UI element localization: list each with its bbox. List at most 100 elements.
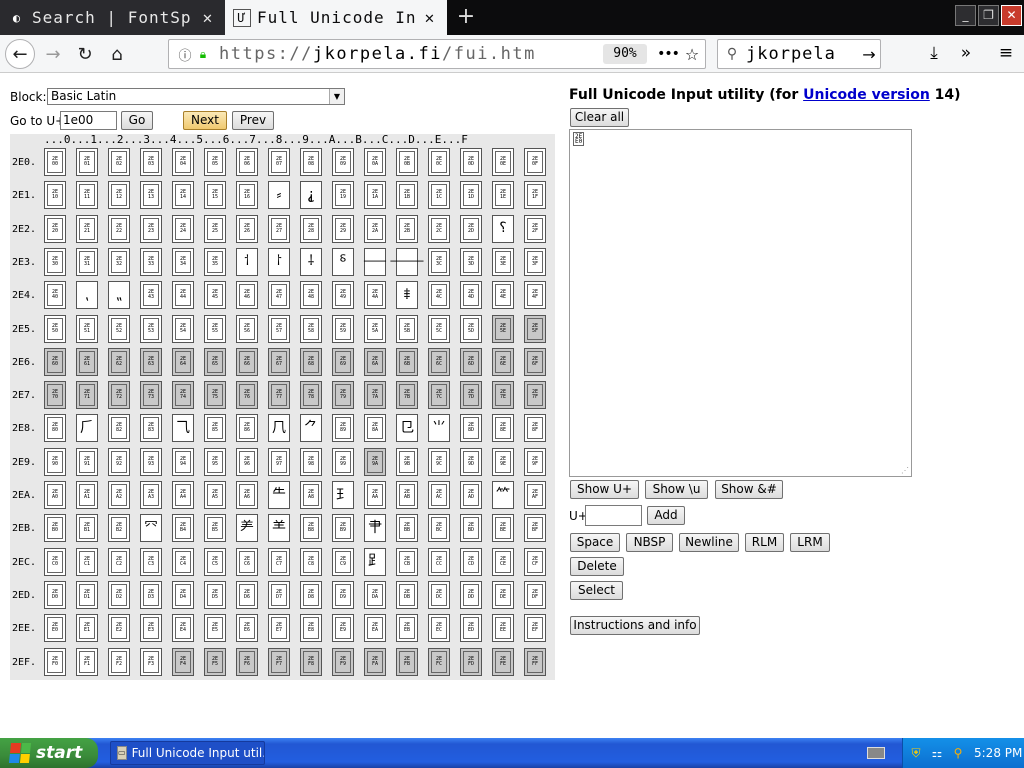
char-cell[interactable]: 2E 9E <box>492 447 514 476</box>
char-cell[interactable]: 2E EB <box>396 614 418 643</box>
char-cell[interactable]: 2E 06 <box>236 148 258 176</box>
char-cell[interactable]: 2E 19 <box>332 181 354 210</box>
char-cell[interactable]: 2E 5F <box>524 314 546 343</box>
char-cell[interactable]: 2E 07 <box>268 148 290 176</box>
char-cell[interactable]: ⺳ <box>140 514 162 543</box>
char-cell[interactable]: ⺄ <box>172 414 194 443</box>
char-cell[interactable]: 2E 7E <box>492 381 514 410</box>
char-cell[interactable]: 2E 02 <box>108 148 130 176</box>
char-cell[interactable]: 2E 4A <box>364 281 386 310</box>
char-cell[interactable]: 2E ED <box>460 614 482 643</box>
char-cell[interactable]: 2E 2C <box>428 214 450 243</box>
rlm-button[interactable]: RLM <box>745 533 784 552</box>
char-cell[interactable]: 2E 50 <box>44 314 66 343</box>
char-cell[interactable]: 2E 5B <box>396 314 418 343</box>
char-cell[interactable]: 2E 2A <box>364 214 386 243</box>
char-cell[interactable]: 2E 75 <box>204 381 226 410</box>
char-cell[interactable]: 2E 33 <box>140 247 162 276</box>
code-input[interactable] <box>585 505 642 526</box>
instructions-button[interactable]: Instructions and info <box>570 616 700 635</box>
char-cell[interactable]: 2E 01 <box>76 148 98 176</box>
char-cell[interactable]: 2E 72 <box>108 381 130 410</box>
close-window-icon[interactable]: ✕ <box>1001 5 1022 26</box>
search-text[interactable]: jkorpela <box>746 44 858 64</box>
char-cell[interactable]: 2E 43 <box>140 281 162 310</box>
char-cell[interactable]: 2E AF <box>524 481 546 509</box>
char-cell[interactable]: 2E 46 <box>236 281 258 310</box>
char-cell[interactable]: 2E FE <box>492 647 514 676</box>
char-cell[interactable]: ⸷ <box>268 247 290 276</box>
char-cell[interactable]: 2E FB <box>396 647 418 676</box>
char-cell[interactable]: 2E E6 <box>236 614 258 643</box>
char-cell[interactable]: 2E B8 <box>300 514 322 543</box>
char-cell[interactable]: 2E 67 <box>268 347 290 376</box>
char-cell[interactable]: 2E A8 <box>300 481 322 509</box>
char-cell[interactable]: 2E D0 <box>44 580 66 609</box>
char-cell[interactable]: 2E 91 <box>76 447 98 476</box>
char-cell[interactable]: 2E 0B <box>396 148 418 176</box>
char-cell[interactable]: 2E 80 <box>44 414 66 443</box>
char-cell[interactable]: 2E 20 <box>44 214 66 243</box>
char-cell[interactable]: 2E 57 <box>268 314 290 343</box>
overflow-chevron-icon[interactable]: » <box>954 43 978 67</box>
char-cell[interactable]: 2E CD <box>460 547 482 576</box>
char-cell[interactable]: 2E E4 <box>172 614 194 643</box>
char-cell[interactable]: ⺶ <box>236 514 258 543</box>
char-cell[interactable]: 2E 6B <box>396 347 418 376</box>
char-cell[interactable]: 2E 8E <box>492 414 514 443</box>
zoom-indicator[interactable]: 90% <box>603 44 647 64</box>
output-textarea[interactable]: 2E E0 ⋰ <box>569 129 912 477</box>
char-cell[interactable]: 2E 1F <box>524 181 546 210</box>
char-cell[interactable]: 2E C6 <box>236 547 258 576</box>
char-cell[interactable]: 2E 79 <box>332 381 354 410</box>
char-cell[interactable]: 2E 0A <box>364 148 386 176</box>
char-cell[interactable]: 2E 82 <box>108 414 130 443</box>
char-cell[interactable]: 2E 5D <box>460 314 482 343</box>
char-cell[interactable]: 2E DB <box>396 580 418 609</box>
char-cell[interactable]: ⸗ <box>268 181 290 210</box>
tab-fontspace[interactable]: ◐ Search | FontSp ✕ <box>0 0 225 35</box>
char-cell[interactable]: 2E 1E <box>492 181 514 210</box>
url-text[interactable]: https://jkorpela.fi/fui.htm <box>211 44 603 64</box>
char-cell[interactable]: 2E CB <box>396 547 418 576</box>
char-cell[interactable]: 2E 6A <box>364 347 386 376</box>
tab-full-unicode[interactable]: Ư Full Unicode In ✕ <box>225 0 447 35</box>
char-cell[interactable]: 2E 51 <box>76 314 98 343</box>
char-cell[interactable]: 2E 93 <box>140 447 162 476</box>
char-cell[interactable]: 2E E3 <box>140 614 162 643</box>
menu-hamburger-icon[interactable]: ≡ <box>994 43 1018 67</box>
network-icon[interactable]: ⚏ <box>929 745 945 761</box>
char-cell[interactable]: 2E F1 <box>76 647 98 676</box>
char-cell[interactable]: 2E 27 <box>268 214 290 243</box>
char-cell[interactable]: ⸺ <box>363 247 387 276</box>
char-cell[interactable]: 2E 94 <box>172 447 194 476</box>
char-cell[interactable]: 2E C1 <box>76 547 98 576</box>
char-cell[interactable]: 2E 47 <box>268 281 290 310</box>
char-cell[interactable]: 2E 3C <box>428 247 450 276</box>
char-cell[interactable]: 2E 32 <box>108 247 130 276</box>
char-cell[interactable]: 2E 69 <box>332 347 354 376</box>
char-cell[interactable]: 2E 2D <box>460 214 482 243</box>
char-cell[interactable]: 2E 85 <box>204 414 226 443</box>
char-cell[interactable]: 2E 1B <box>396 181 418 210</box>
char-cell[interactable]: 2E 7F <box>524 381 546 410</box>
char-cell[interactable]: 2E 11 <box>76 181 98 210</box>
char-cell[interactable]: 2E 99 <box>332 447 354 476</box>
char-cell[interactable]: ⹁ <box>76 281 98 310</box>
char-cell[interactable]: 2E F0 <box>44 647 66 676</box>
lock-icon[interactable]: 🔒︎ <box>195 47 211 62</box>
char-cell[interactable]: 2E C7 <box>268 547 290 576</box>
char-cell[interactable]: 2E C0 <box>44 547 66 576</box>
char-cell[interactable]: 2E 10 <box>44 181 66 210</box>
char-cell[interactable]: 2E 34 <box>172 247 194 276</box>
char-cell[interactable]: 2E D9 <box>332 580 354 609</box>
next-button[interactable]: Next <box>183 111 227 130</box>
char-cell[interactable]: 2E 09 <box>332 148 354 176</box>
char-cell[interactable]: 2E EF <box>524 614 546 643</box>
char-cell[interactable]: 2E 48 <box>300 281 322 310</box>
char-cell[interactable]: 2E 53 <box>140 314 162 343</box>
char-cell[interactable]: 2E E0 <box>44 614 66 643</box>
char-cell[interactable]: 2E 9F <box>524 447 546 476</box>
char-cell[interactable]: 2E 44 <box>172 281 194 310</box>
space-button[interactable]: Space <box>570 533 620 552</box>
